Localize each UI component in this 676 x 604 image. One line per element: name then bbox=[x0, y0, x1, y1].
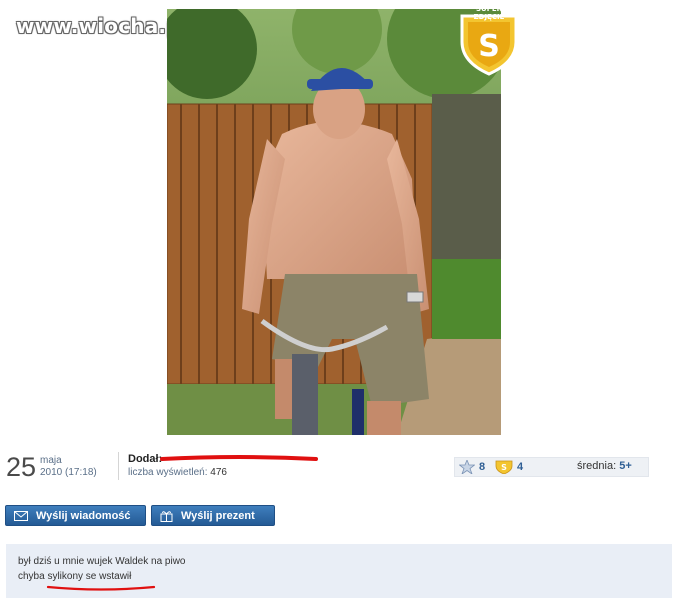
description-line-1: był dziś u mnie wujek Waldek na piwo bbox=[18, 556, 186, 567]
rating-stats: 8 S 4 średnia: 5+ bbox=[454, 457, 649, 477]
stars-count: 8 bbox=[479, 461, 486, 473]
send-message-label: Wyślij wiadomość bbox=[36, 509, 131, 522]
send-gift-label: Wyślij prezent bbox=[181, 509, 255, 522]
post-month: maja bbox=[40, 455, 62, 466]
envelope-icon bbox=[14, 510, 28, 521]
average-value: 5+ bbox=[619, 460, 632, 472]
views-label: liczba wyświetleń: bbox=[128, 467, 208, 478]
photo-illustration bbox=[167, 9, 501, 435]
post-year-time: 2010 (17:18) bbox=[40, 467, 97, 478]
added-by-label: Dodał: bbox=[128, 453, 163, 465]
badge-top-text: SUPER bbox=[476, 5, 503, 13]
main-photo[interactable] bbox=[167, 9, 501, 435]
send-message-button[interactable]: Wyślij wiadomość bbox=[5, 505, 146, 526]
photo-description: był dziś u mnie wujek Waldek na piwo chy… bbox=[6, 544, 672, 598]
description-line-2: chyba sylikony se wstawił bbox=[18, 571, 132, 582]
super-count: 4 bbox=[517, 461, 524, 473]
stars-stat[interactable]: 8 bbox=[459, 459, 485, 475]
average-rating: średnia: 5+ bbox=[577, 460, 632, 472]
redacted-username-mark bbox=[160, 455, 318, 461]
views-count: liczba wyświetleń: 476 bbox=[128, 467, 227, 478]
super-stat[interactable]: S 4 bbox=[495, 459, 523, 475]
gift-icon bbox=[160, 510, 173, 522]
svg-text:S: S bbox=[501, 463, 507, 472]
divider bbox=[118, 452, 119, 480]
super-photo-badge: S SUPER ZDJĘCIE bbox=[452, 2, 526, 76]
site-watermark: www.wiocha.pl bbox=[16, 14, 188, 38]
post-day: 25 bbox=[6, 452, 37, 482]
badge-letter: S bbox=[478, 29, 500, 64]
badge-bottom-text: ZDJĘCIE bbox=[474, 13, 505, 21]
views-number: 476 bbox=[210, 467, 227, 478]
star-icon bbox=[459, 460, 475, 474]
super-shield-icon: S bbox=[495, 460, 513, 474]
average-label: średnia: bbox=[577, 460, 617, 472]
send-gift-button[interactable]: Wyślij prezent bbox=[151, 505, 275, 526]
red-underline-mark bbox=[46, 585, 156, 591]
